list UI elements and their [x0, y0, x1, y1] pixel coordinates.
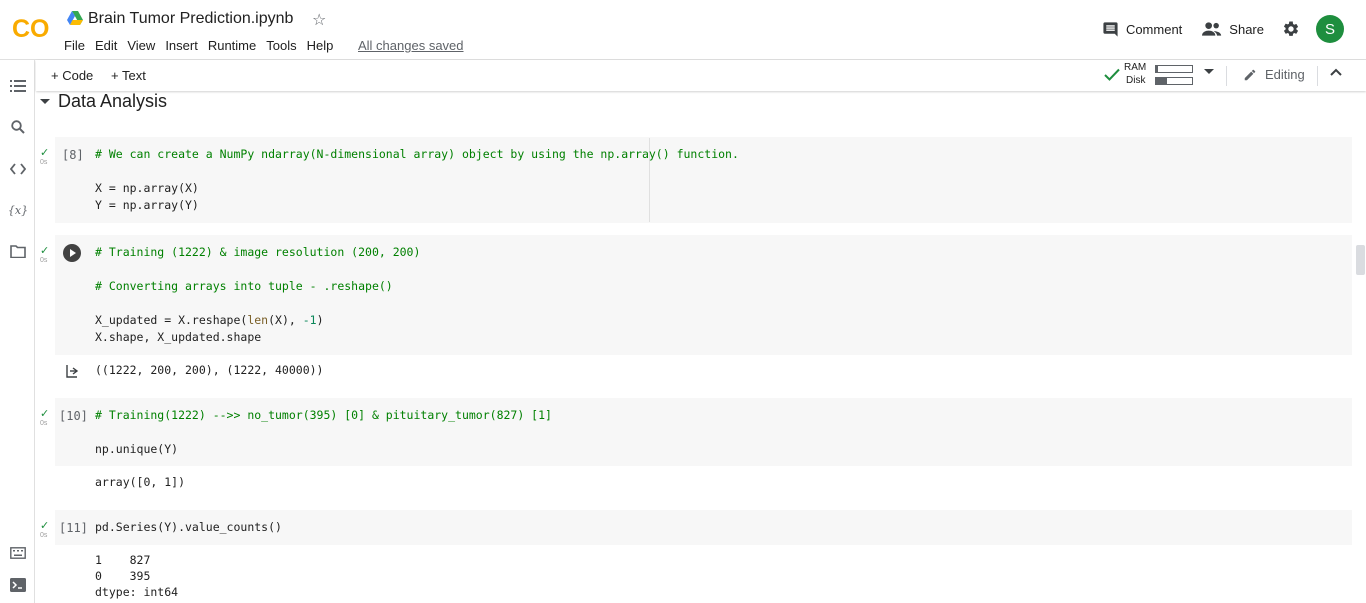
share-label: Share: [1229, 21, 1264, 37]
colab-logo[interactable]: CO: [12, 13, 52, 43]
toolbar-divider: [1226, 66, 1227, 86]
menu-file[interactable]: File: [64, 38, 85, 53]
disk-usage-bar: [1155, 77, 1193, 85]
avatar[interactable]: S: [1316, 15, 1344, 43]
logo-text: CO: [12, 15, 50, 43]
toc-icon[interactable]: [9, 77, 27, 95]
app-header: CO Brain Tumor Prediction.ipynb ☆ File E…: [0, 0, 1366, 60]
cell-code[interactable]: # Training(1222) -->> no_tumor(395) [0] …: [95, 407, 552, 458]
cell-code[interactable]: # We can create a NumPy ndarray(N-dimens…: [95, 146, 739, 214]
share-button[interactable]: Share: [1202, 21, 1264, 37]
chevron-down-icon[interactable]: [1204, 69, 1214, 75]
ram-label: RAM: [1124, 62, 1147, 73]
section-collapse-icon[interactable]: [40, 98, 50, 105]
left-sidebar: {x}: [0, 60, 35, 603]
add-code-button[interactable]: + Code: [51, 68, 93, 83]
cell-exec-time: 0s: [40, 159, 48, 166]
section-title: Data Analysis: [58, 91, 168, 111]
menu-view[interactable]: View: [127, 38, 155, 53]
run-cell-button[interactable]: [63, 244, 81, 262]
menu-help[interactable]: Help: [307, 38, 334, 53]
save-status[interactable]: All changes saved: [358, 38, 464, 53]
cell-exec-count[interactable]: [11]: [59, 521, 88, 535]
scrollbar-thumb[interactable]: [1356, 245, 1365, 275]
menu-insert[interactable]: Insert: [165, 38, 198, 53]
output-icon[interactable]: [66, 364, 80, 378]
comment-label: Comment: [1125, 21, 1183, 37]
cell-status-check-icon: ✓: [40, 245, 50, 257]
toolbar-divider: [1317, 66, 1318, 86]
menu-tools[interactable]: Tools: [266, 38, 296, 53]
resources-indicator[interactable]: RAM Disk: [1104, 62, 1264, 90]
google-drive-icon[interactable]: [67, 11, 83, 25]
menu-runtime[interactable]: Runtime: [208, 38, 256, 53]
header-actions: Comment Share S: [1102, 14, 1344, 44]
command-palette-icon[interactable]: [9, 544, 27, 562]
search-icon[interactable]: [9, 118, 27, 136]
files-icon[interactable]: [9, 242, 27, 260]
notebook-content: Data Analysis ✓ 0s [8] # We can create a…: [36, 91, 1366, 603]
cell-exec-time: 0s: [40, 532, 48, 539]
cell-exec-count[interactable]: [8]: [62, 148, 84, 162]
comment-button[interactable]: Comment: [1102, 21, 1182, 38]
disk-label: Disk: [1126, 75, 1146, 86]
cell-status-check-icon: ✓: [40, 408, 50, 420]
people-icon: [1202, 22, 1222, 36]
notebook-title[interactable]: Brain Tumor Prediction.ipynb: [88, 10, 293, 28]
cell-exec-time: 0s: [40, 257, 48, 264]
editing-mode-button[interactable]: Editing: [1243, 67, 1305, 82]
editing-label: Editing: [1265, 67, 1305, 82]
menu-bar: File Edit View Insert Runtime Tools Help: [64, 38, 343, 53]
add-text-button[interactable]: + Text: [111, 68, 146, 83]
cell-status-check-icon: ✓: [40, 520, 50, 532]
star-icon[interactable]: ☆: [312, 10, 326, 30]
chevron-up-icon[interactable]: [1330, 68, 1342, 76]
terminal-icon[interactable]: [9, 576, 27, 594]
ram-usage-bar: [1155, 65, 1193, 73]
connected-check-icon: [1104, 68, 1120, 81]
play-icon: [70, 249, 76, 257]
cell-code[interactable]: # Training (1222) & image resolution (20…: [95, 244, 420, 346]
variables-icon[interactable]: {x}: [8, 201, 28, 219]
code-snippets-icon[interactable]: [9, 160, 27, 178]
cell-output: ((1222, 200, 200), (1222, 40000)): [95, 363, 324, 377]
menu-edit[interactable]: Edit: [95, 38, 117, 53]
cell-output: array([0, 1]): [95, 475, 186, 489]
cell-code[interactable]: pd.Series(Y).value_counts(): [95, 519, 282, 536]
cell-exec-count[interactable]: [10]: [59, 409, 88, 423]
comment-icon: [1103, 21, 1118, 37]
cell-status-check-icon: ✓: [40, 147, 50, 159]
cell-output: 1 827 0 395 dtype: int64: [95, 553, 179, 599]
notebook-toolbar: + Code + Text RAM Disk Editing: [36, 60, 1366, 91]
gear-icon[interactable]: [1282, 20, 1300, 38]
section-header[interactable]: Data Analysis: [40, 91, 167, 112]
cell-exec-time: 0s: [40, 420, 48, 427]
pencil-icon: [1244, 69, 1256, 80]
